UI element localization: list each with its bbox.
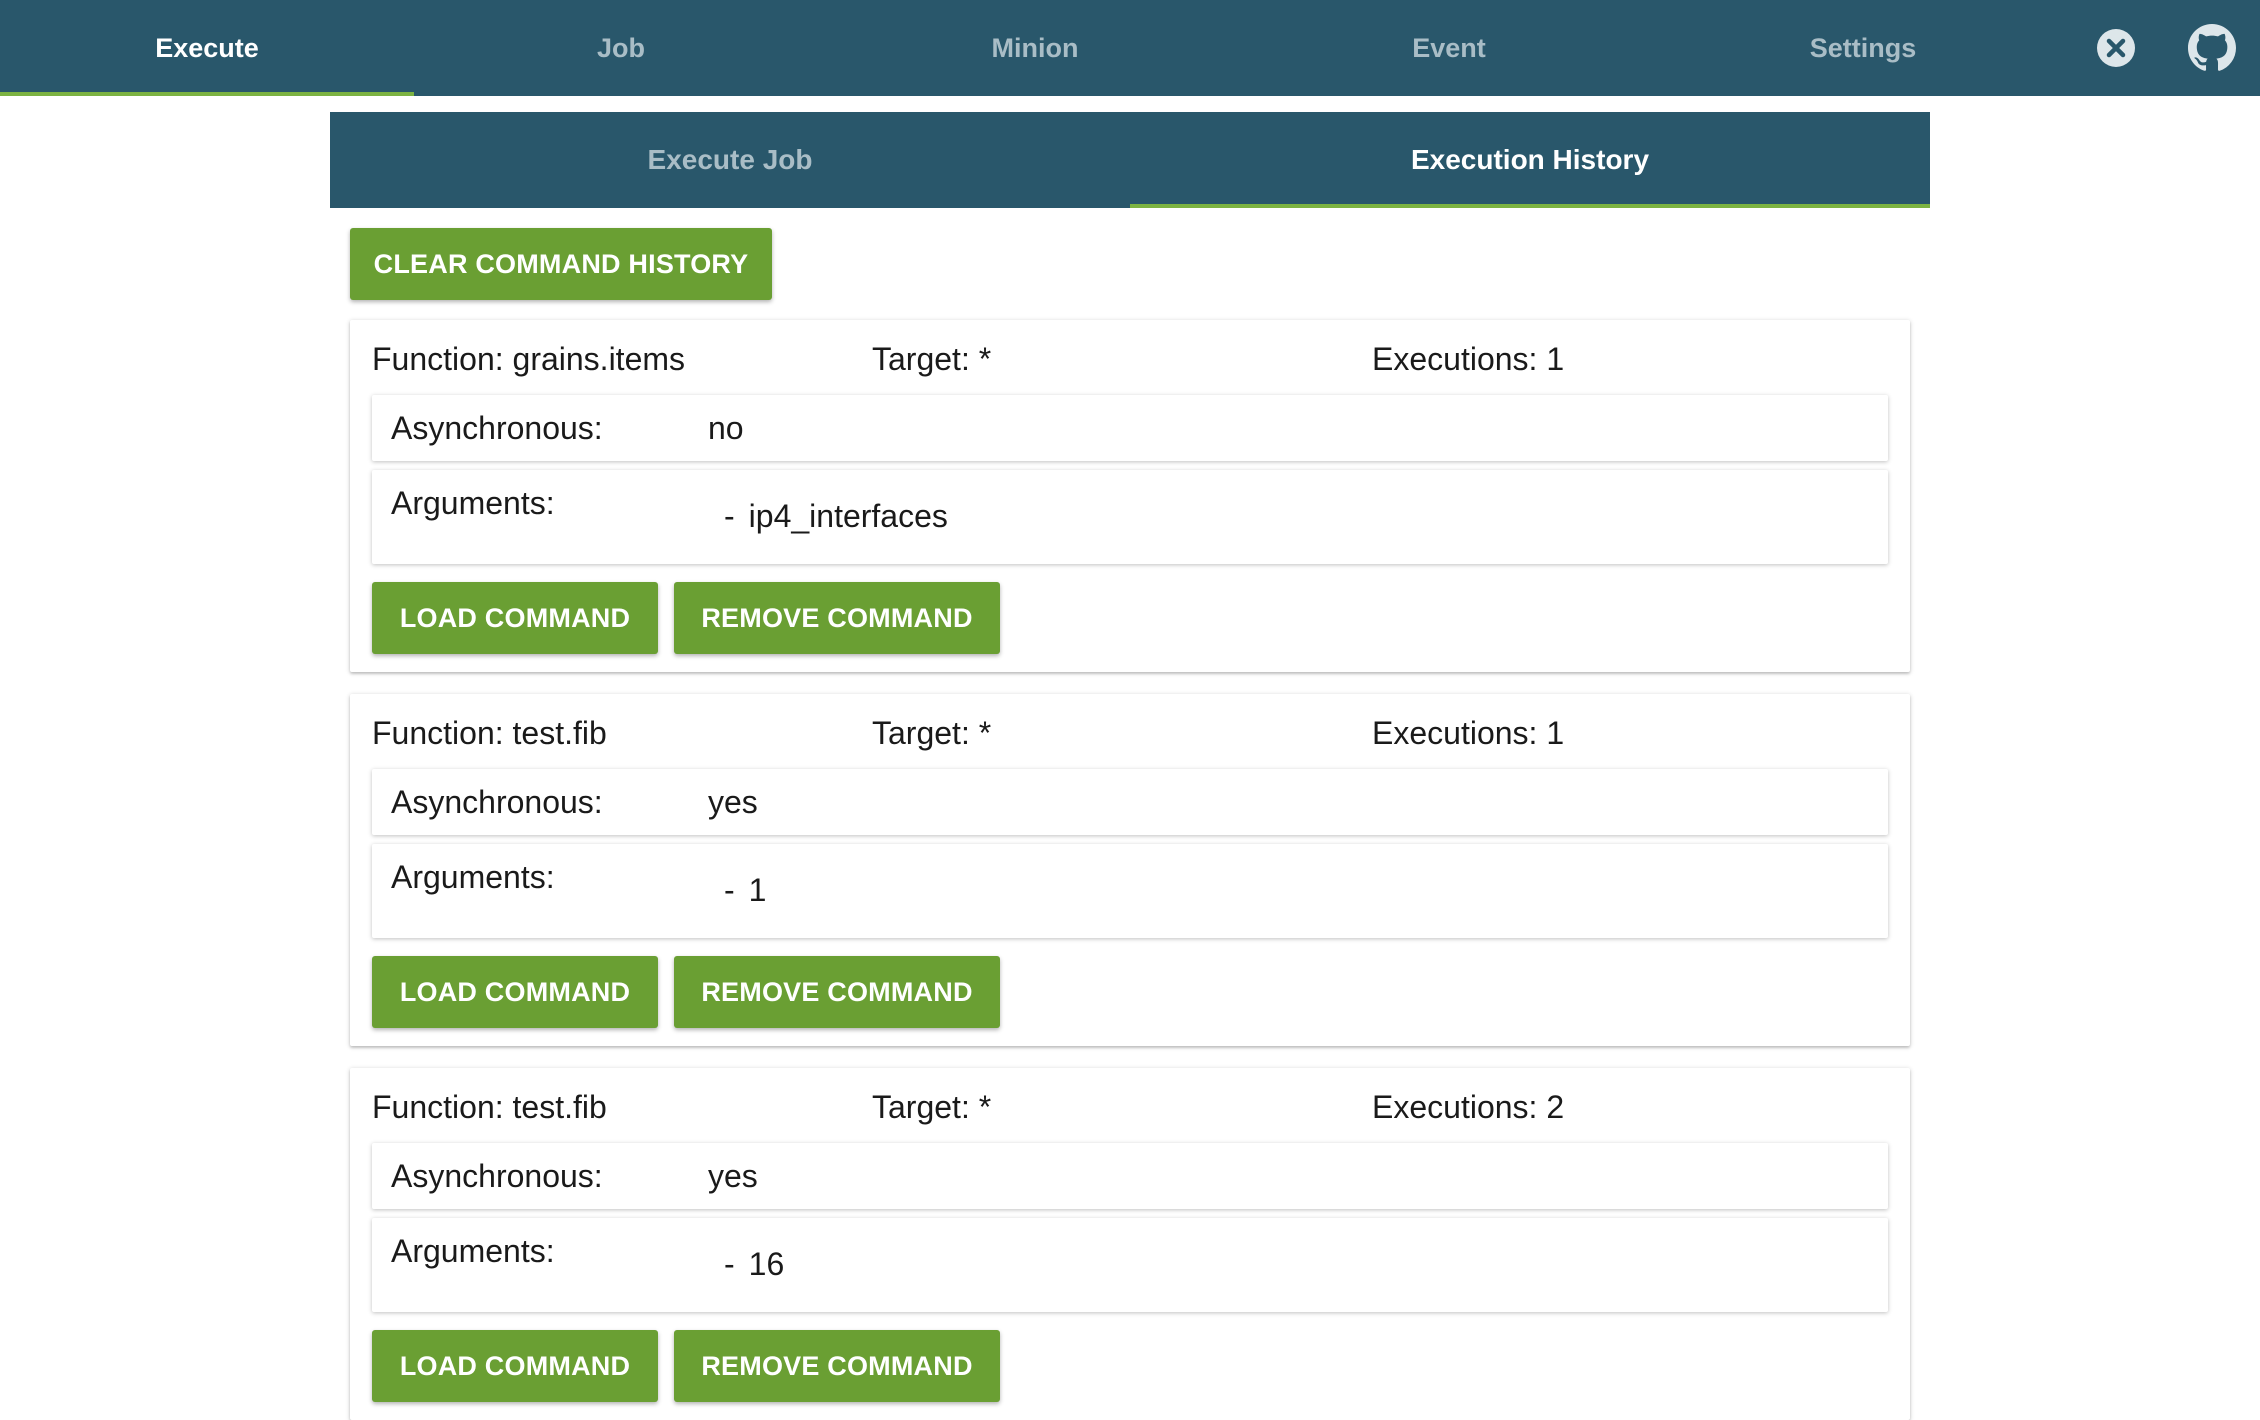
- tab-job[interactable]: Job: [414, 0, 828, 96]
- executions-label: Executions: 1: [1372, 715, 1565, 751]
- arguments-label: Arguments:: [391, 859, 555, 895]
- async-label: Asynchronous:: [391, 784, 603, 820]
- async-value: no: [708, 410, 744, 446]
- arguments-row: Arguments: - ip4_interfaces: [372, 470, 1888, 564]
- remove-command-button[interactable]: REMOVE COMMAND: [674, 956, 1000, 1028]
- async-row: Asynchronous: yes: [372, 769, 1888, 835]
- function-label: Function: grains.items: [372, 341, 686, 377]
- executions-label: Executions: 1: [1372, 341, 1565, 377]
- execute-subnav: Execute Job Execution History: [330, 112, 1930, 208]
- load-command-button[interactable]: LOAD COMMAND: [372, 1330, 658, 1402]
- top-nav: Execute Job Minion Event Settings: [0, 0, 2260, 96]
- history-card: Function: grains.items Target: * Executi…: [350, 320, 1910, 672]
- tab-execute[interactable]: Execute: [0, 0, 414, 96]
- function-label: Function: test.fib: [372, 1089, 607, 1125]
- history-card: Function: test.fib Target: * Executions:…: [350, 1068, 1910, 1420]
- target-label: Target: *: [872, 341, 992, 377]
- async-label: Asynchronous:: [391, 1158, 603, 1194]
- history-card: Function: test.fib Target: * Executions:…: [350, 694, 1910, 1046]
- argument-item: - ip4_interfaces: [724, 498, 948, 534]
- argument-item: -1: [724, 872, 767, 908]
- target-label: Target: *: [872, 715, 992, 751]
- remove-command-button[interactable]: REMOVE COMMAND: [674, 1330, 1000, 1402]
- target-label: Target: *: [872, 1089, 992, 1125]
- arguments-label: Arguments:: [391, 485, 555, 521]
- function-label: Function: test.fib: [372, 715, 607, 751]
- load-command-button[interactable]: LOAD COMMAND: [372, 582, 658, 654]
- github-icon[interactable]: [2188, 24, 2236, 72]
- close-circle-icon[interactable]: [2092, 24, 2140, 72]
- arguments-label: Arguments:: [391, 1233, 555, 1269]
- clear-command-history-button[interactable]: CLEAR COMMAND HISTORY: [350, 228, 772, 300]
- tab-execution-history[interactable]: Execution History: [1130, 112, 1930, 208]
- async-label: Asynchronous:: [391, 410, 603, 446]
- executions-label: Executions: 2: [1372, 1089, 1565, 1125]
- async-row: Asynchronous: no: [372, 395, 1888, 461]
- arguments-row: Arguments: -16: [372, 1218, 1888, 1312]
- load-command-button[interactable]: LOAD COMMAND: [372, 956, 658, 1028]
- async-value: yes: [708, 784, 758, 820]
- async-value: yes: [708, 1158, 758, 1194]
- remove-command-button[interactable]: REMOVE COMMAND: [674, 582, 1000, 654]
- argument-item: -16: [724, 1246, 785, 1282]
- tab-minion[interactable]: Minion: [828, 0, 1242, 96]
- tab-settings[interactable]: Settings: [1656, 0, 2070, 96]
- tab-event[interactable]: Event: [1242, 0, 1656, 96]
- tab-execute-job[interactable]: Execute Job: [330, 112, 1130, 208]
- async-row: Asynchronous: yes: [372, 1143, 1888, 1209]
- arguments-row: Arguments: -1: [372, 844, 1888, 938]
